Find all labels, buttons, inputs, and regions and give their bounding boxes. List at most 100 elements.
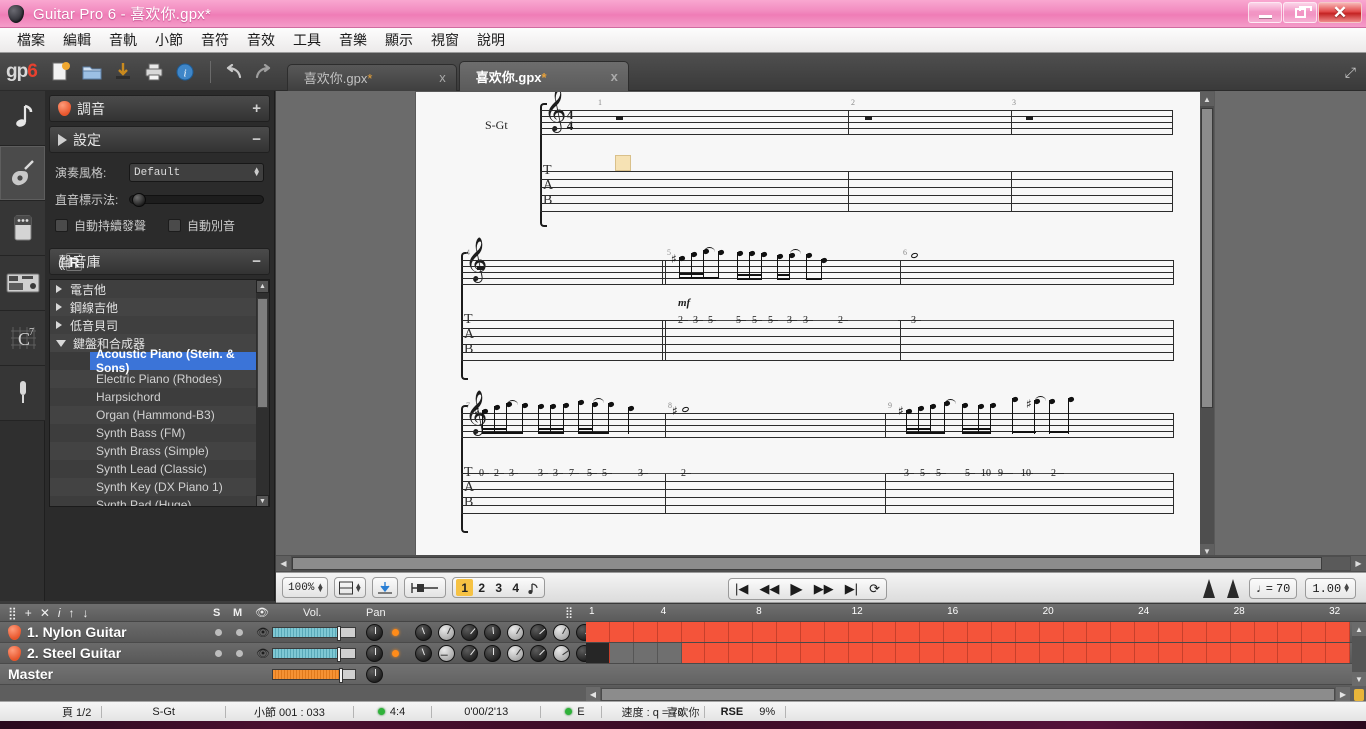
effect-knob-3[interactable]: [461, 644, 478, 662]
sidebar-rack-icon[interactable]: [0, 256, 45, 311]
timeline-measure-cell[interactable]: [1326, 622, 1350, 642]
pan-knob[interactable]: [366, 644, 383, 662]
speed-control[interactable]: 1.00 ▲ ▼: [1305, 578, 1356, 599]
timeline-measure-cell[interactable]: [1206, 622, 1231, 642]
master-volume-slider[interactable]: [272, 667, 356, 683]
timeline-measure-cell[interactable]: [1206, 643, 1231, 663]
chevron-down-icon[interactable]: [56, 339, 66, 347]
tuning-section-header[interactable]: 調音 +: [49, 95, 270, 122]
checkbox-box[interactable]: [55, 219, 68, 232]
timeline-measure-cell[interactable]: [609, 622, 634, 642]
timeline-measure-cell[interactable]: [1230, 622, 1255, 642]
tab-note[interactable]: 3: [787, 315, 792, 326]
effect-knob-1[interactable]: [415, 644, 432, 662]
expand-view-icon[interactable]: ⤢: [1345, 64, 1356, 81]
scroll-up-icon[interactable]: ▲: [1352, 622, 1366, 636]
timeline-measure-cell[interactable]: [824, 622, 849, 642]
timeline-ruler[interactable]: 1 4 8 12 16 20 24 28 32: [586, 604, 1366, 622]
tab-note[interactable]: 3: [638, 468, 643, 479]
menu-item-工具[interactable]: 工具: [284, 28, 330, 52]
scroll-right-icon[interactable]: ▶: [1351, 556, 1366, 571]
fit-width-button[interactable]: [372, 577, 399, 598]
mute-button[interactable]: [236, 628, 243, 636]
timeline-measure-cell[interactable]: [1182, 622, 1207, 642]
tab-note[interactable]: 3: [904, 468, 909, 479]
effect-knob-5[interactable]: [507, 623, 524, 641]
scroll-up-icon[interactable]: ▲: [1200, 92, 1214, 106]
settings-section-header[interactable]: 設定 −: [49, 126, 270, 153]
timeline-measure-cell[interactable]: [1302, 643, 1327, 663]
zoom-spinner-icon[interactable]: ▲ ▼: [316, 581, 324, 593]
timeline-measure-cell[interactable]: [1254, 643, 1279, 663]
close-tab-icon[interactable]: x: [611, 69, 618, 84]
timeline-measure-cell[interactable]: [1015, 643, 1040, 663]
timeline-measure-cell[interactable]: [848, 643, 873, 663]
menu-item-音軌[interactable]: 音軌: [100, 28, 146, 52]
timeline-measure-cell[interactable]: [1087, 622, 1112, 642]
effect-knob-6[interactable]: [530, 644, 547, 662]
new-file-icon[interactable]: [47, 58, 75, 86]
mute-button[interactable]: [236, 649, 243, 657]
soundbank-collapse-button[interactable]: −: [252, 253, 261, 270]
timeline-measure-cell[interactable]: [896, 622, 921, 642]
menu-item-編輯[interactable]: 編輯: [54, 28, 100, 52]
effect-knob-2[interactable]: [438, 644, 455, 662]
timeline-measure-cell[interactable]: [1135, 622, 1159, 642]
tab-note[interactable]: 5: [736, 315, 741, 326]
timeline-measure-cell[interactable]: [1111, 643, 1136, 663]
effect-knob-3[interactable]: [461, 623, 478, 641]
scroll-down-icon[interactable]: ▼: [256, 495, 269, 506]
menu-item-小節[interactable]: 小節: [146, 28, 192, 52]
metronome-icon[interactable]: [1201, 579, 1217, 598]
solo-button[interactable]: [215, 628, 222, 636]
scroll-up-icon[interactable]: ▲: [256, 280, 269, 293]
scroll-left-icon[interactable]: ◀: [276, 556, 291, 571]
tab-note[interactable]: 10: [981, 468, 991, 479]
save-file-icon[interactable]: [109, 58, 137, 86]
timeline-vertical-scrollbar[interactable]: ▲ ▼: [1352, 622, 1366, 686]
soundbank-section-header[interactable]: ((R 聲音庫 −: [49, 248, 270, 275]
sidebar-mic-icon[interactable]: [0, 366, 45, 421]
score-vertical-scrollbar[interactable]: ▲ ▼: [1200, 92, 1214, 556]
timeline-measure-cell[interactable]: [681, 622, 706, 642]
move-track-down-button[interactable]: ↓: [83, 606, 89, 620]
scroll-right-icon[interactable]: ▶: [1336, 687, 1350, 701]
track-info-button[interactable]: i: [58, 606, 61, 620]
timeline-measure-cell[interactable]: [1135, 643, 1159, 663]
timeline-measure-cell[interactable]: [1087, 643, 1112, 663]
tuning-expand-button[interactable]: +: [252, 100, 261, 117]
sidebar-chord-icon[interactable]: C7: [0, 311, 45, 366]
timeline-measure-cell[interactable]: [968, 643, 992, 663]
close-button[interactable]: ✕: [1318, 2, 1362, 23]
hscroll-thumb[interactable]: [292, 557, 1322, 570]
sidebar-notes-icon[interactable]: [0, 91, 45, 146]
timeline-measure-cell[interactable]: [1063, 643, 1088, 663]
document-tab-1[interactable]: 喜欢你.gpx* x: [286, 63, 457, 91]
checkbox-box[interactable]: [168, 219, 182, 232]
volume-slider[interactable]: [272, 625, 356, 641]
volume-slider[interactable]: [272, 646, 356, 662]
effect-led-icon[interactable]: [392, 628, 399, 636]
metronome-countin-icon[interactable]: [1225, 579, 1241, 598]
menu-item-音效[interactable]: 音效: [238, 28, 284, 52]
tab-note[interactable]: 2: [838, 315, 843, 326]
timeline-measure-cell[interactable]: [896, 643, 921, 663]
timeline-measure-cell[interactable]: [1159, 622, 1183, 642]
menu-item-說明[interactable]: 說明: [468, 28, 514, 52]
timeline-measure-cell[interactable]: [1302, 622, 1327, 642]
play-button[interactable]: ▶: [790, 579, 802, 599]
timeline-measure-cell[interactable]: [609, 643, 634, 663]
soundbank-item-4[interactable]: Acoustic Piano (Stein. & Sons): [90, 347, 265, 375]
timeline-measure-cell[interactable]: [657, 622, 682, 642]
timeline-measure-cell[interactable]: [848, 622, 873, 642]
zoom-control[interactable]: 100% ▲ ▼: [282, 577, 329, 598]
soundbank-item-11[interactable]: Synth Key (DX Piano 1): [50, 478, 269, 496]
tab-note[interactable]: 5: [752, 315, 757, 326]
sidebar-instrument-icon[interactable]: [0, 146, 45, 201]
minimize-button[interactable]: [1248, 2, 1282, 23]
soundbank-category-2[interactable]: 低音貝司: [50, 316, 269, 334]
timeline-measure-cell[interactable]: [824, 643, 849, 663]
timeline-measure-cell[interactable]: [1230, 643, 1255, 663]
open-file-icon[interactable]: [78, 58, 106, 86]
effect-knob-2[interactable]: [438, 623, 455, 641]
